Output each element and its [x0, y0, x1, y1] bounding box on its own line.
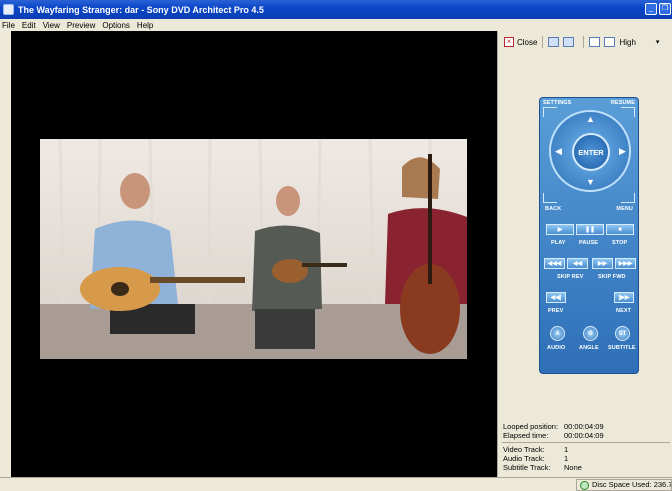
menu-file[interactable]: File [2, 21, 15, 30]
settings-label[interactable]: SETTINGS [543, 100, 571, 106]
next-label: NEXT [616, 308, 632, 314]
toolbar-separator [542, 36, 544, 48]
video-track-label: Video Track: [503, 445, 545, 454]
close-button[interactable]: × Close [504, 37, 537, 47]
menu-edit[interactable]: Edit [22, 21, 36, 30]
app-icon [3, 4, 14, 15]
skip-rev-far-button[interactable]: ◀◀◀ [544, 258, 565, 269]
play-label: PLAY [551, 240, 566, 246]
restore-button[interactable]: ❐ [659, 3, 671, 15]
left-edge [0, 31, 11, 477]
status-bar: Disc Space Used: 236.7MB [0, 477, 672, 491]
prev-button[interactable]: ◀◀| [546, 292, 566, 303]
toolbar-separator [583, 36, 585, 48]
title-bar: The Wayfaring Stranger: dar - Sony DVD A… [0, 0, 672, 19]
resume-label[interactable]: RESUME [611, 100, 635, 106]
angle-button[interactable]: Θ [583, 326, 598, 341]
disc-space-indicator: Disc Space Used: 236.7MB [576, 479, 672, 491]
subtitle-track-label: Subtitle Track: [503, 463, 551, 472]
skip-rev-label: SKIP REV [557, 274, 584, 280]
navigation-ring: ▲ ▼ ◀ ▶ ENTER [549, 110, 631, 192]
preview-toolbar: × Close High ▾ [498, 33, 672, 51]
stop-label: STOP [612, 240, 628, 246]
pause-label: PAUSE [579, 240, 599, 246]
arrow-down-icon[interactable]: ▼ [586, 178, 595, 187]
skip-fwd-button[interactable]: ▶▶ [592, 258, 613, 269]
looped-position-label: Looped position: [503, 422, 559, 431]
audio-label: AUDIO [547, 345, 566, 351]
menu-bar: File Edit View Preview Options Help [0, 19, 672, 31]
settings-button[interactable] [543, 107, 557, 117]
menu-button[interactable] [621, 193, 635, 203]
pause-button[interactable]: ❚❚ [576, 224, 604, 235]
skip-fwd-label: SKIP FWD [598, 274, 626, 280]
angle-label: ANGLE [579, 345, 599, 351]
subtitle-track-row: Subtitle Track: None [503, 463, 582, 472]
elapsed-time-row: Elapsed time: 00:00:04:09 [503, 431, 604, 440]
elapsed-time-value: 00:00:04:09 [564, 431, 604, 440]
split-screen-icon[interactable] [589, 37, 601, 47]
resume-button[interactable] [621, 107, 635, 117]
video-track-value: 1 [564, 445, 569, 454]
enter-button[interactable]: ENTER [572, 133, 610, 171]
menu-preview[interactable]: Preview [67, 21, 95, 30]
stop-button[interactable]: ■ [606, 224, 634, 235]
subtitle-track-value: None [564, 463, 582, 472]
video-track-row: Video Track: 1 [503, 445, 568, 454]
menu-label: MENU [616, 206, 633, 212]
skip-rev-button[interactable]: ◀◀ [567, 258, 588, 269]
arrow-left-icon[interactable]: ◀ [555, 147, 562, 156]
info-divider [502, 442, 670, 443]
quality-select[interactable]: High [619, 38, 635, 47]
play-button[interactable]: ▶ [546, 224, 574, 235]
audio-track-label: Audio Track: [503, 454, 545, 463]
subtitle-label: SUBTITLE [608, 345, 636, 351]
looped-position-value: 00:00:04:09 [564, 422, 604, 431]
copy-snapshot-icon[interactable] [604, 37, 616, 47]
video-frame [40, 139, 467, 359]
minimize-button[interactable]: _ [645, 3, 657, 15]
audio-track-value: 1 [564, 454, 569, 463]
preview-side-panel: × Close High ▾ SETTINGS RESUME ▲ ▼ ◀ ▶ E… [497, 31, 672, 477]
dvd-remote: SETTINGS RESUME ▲ ▼ ◀ ▶ ENTER BACK MENU … [539, 97, 639, 374]
video-frame-image [40, 139, 467, 359]
back-label: BACK [545, 206, 562, 212]
menu-view[interactable]: View [43, 21, 60, 30]
audio-button[interactable]: A [550, 326, 565, 341]
next-button[interactable]: |▶▶ [614, 292, 634, 303]
close-icon: × [504, 37, 514, 47]
disc-icon [580, 481, 589, 490]
monitor-icon[interactable] [548, 37, 560, 47]
window-title: The Wayfaring Stranger: dar - Sony DVD A… [18, 4, 264, 15]
looped-position-row: Looped position: 00:00:04:09 [503, 422, 604, 431]
close-label: Close [517, 37, 538, 47]
preview-viewer[interactable] [11, 31, 497, 477]
prev-label: PREV [548, 308, 564, 314]
arrow-right-icon[interactable]: ▶ [619, 147, 626, 156]
back-button[interactable] [543, 193, 557, 203]
skip-fwd-far-button[interactable]: ▶▶▶ [615, 258, 636, 269]
subtitle-button[interactable]: ST [615, 326, 630, 341]
audio-track-row: Audio Track: 1 [503, 454, 568, 463]
chevron-down-icon[interactable]: ▾ [656, 38, 660, 46]
elapsed-time-label: Elapsed time: [503, 431, 549, 440]
menu-help[interactable]: Help [137, 21, 153, 30]
arrow-up-icon[interactable]: ▲ [586, 115, 595, 124]
menu-options[interactable]: Options [102, 21, 130, 30]
safe-areas-icon[interactable] [563, 37, 575, 47]
disc-space-text: Disc Space Used: 236.7MB [592, 480, 672, 489]
